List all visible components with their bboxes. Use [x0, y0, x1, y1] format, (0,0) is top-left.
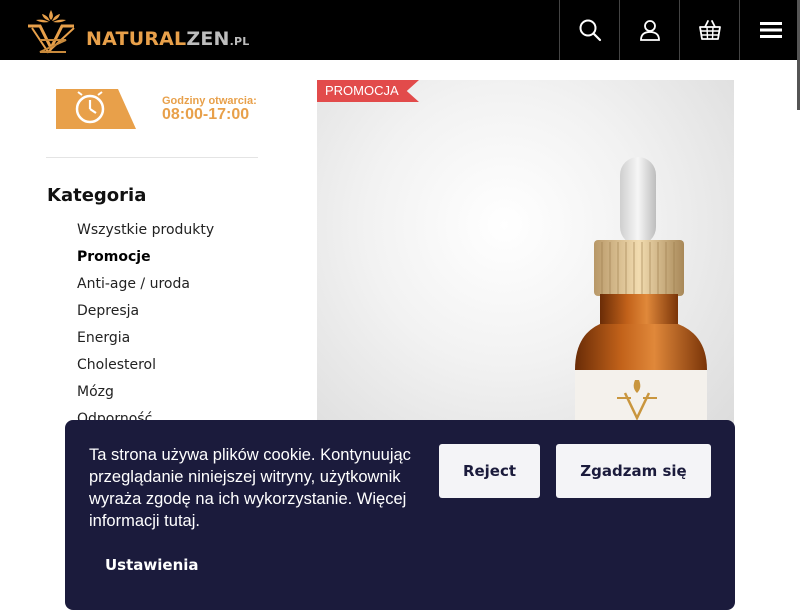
- category-item-anti-age[interactable]: Anti-age / uroda: [77, 274, 214, 301]
- category-item-all[interactable]: Wszystkie produkty: [77, 220, 214, 247]
- product-image[interactable]: [317, 80, 734, 425]
- promo-badge: PROMOCJA: [317, 80, 419, 102]
- search-button[interactable]: [559, 0, 620, 60]
- search-icon: [579, 19, 602, 42]
- reject-button[interactable]: Reject: [439, 444, 540, 498]
- menu-icon: [759, 22, 782, 38]
- account-button[interactable]: [619, 0, 680, 60]
- category-item-brain[interactable]: Mózg: [77, 382, 214, 409]
- cookie-message: Ta strona używa plików cookie. Kontynuuj…: [89, 446, 411, 530]
- site-header: NATURALZEN.PL: [0, 0, 800, 60]
- clock-icon: [56, 89, 136, 129]
- cookie-banner: Ta strona używa plików cookie. Kontynuuj…: [65, 420, 735, 610]
- category-item-promotions[interactable]: Promocje: [77, 247, 214, 274]
- dropper-bottle-image: [575, 157, 707, 425]
- logo[interactable]: NATURALZEN.PL: [26, 8, 256, 54]
- logo-word-zen: ZEN: [186, 28, 230, 50]
- category-item-depression[interactable]: Depresja: [77, 301, 214, 328]
- logo-text: NATURALZEN.PL: [86, 28, 250, 53]
- cart-button[interactable]: [679, 0, 740, 60]
- cookie-settings-link[interactable]: Ustawienia: [105, 556, 199, 574]
- category-item-energy[interactable]: Energia: [77, 328, 214, 355]
- logo-word-pl: .PL: [229, 35, 250, 48]
- logo-mark-icon: [28, 10, 75, 54]
- opening-hours: Godziny otwarcia: 08:00-17:00: [56, 89, 257, 129]
- hours-time: 08:00-17:00: [162, 106, 250, 123]
- basket-icon: [699, 20, 721, 40]
- category-list: Wszystkie produkty Promocje Anti-age / u…: [77, 220, 214, 436]
- accept-button[interactable]: Zgadzam się: [556, 444, 711, 498]
- category-title: Kategoria: [47, 185, 147, 206]
- divider: [46, 157, 258, 158]
- user-icon: [640, 20, 660, 41]
- category-item-cholesterol[interactable]: Cholesterol: [77, 355, 214, 382]
- menu-button[interactable]: [739, 0, 800, 60]
- logo-word-natural: NATURAL: [86, 28, 187, 50]
